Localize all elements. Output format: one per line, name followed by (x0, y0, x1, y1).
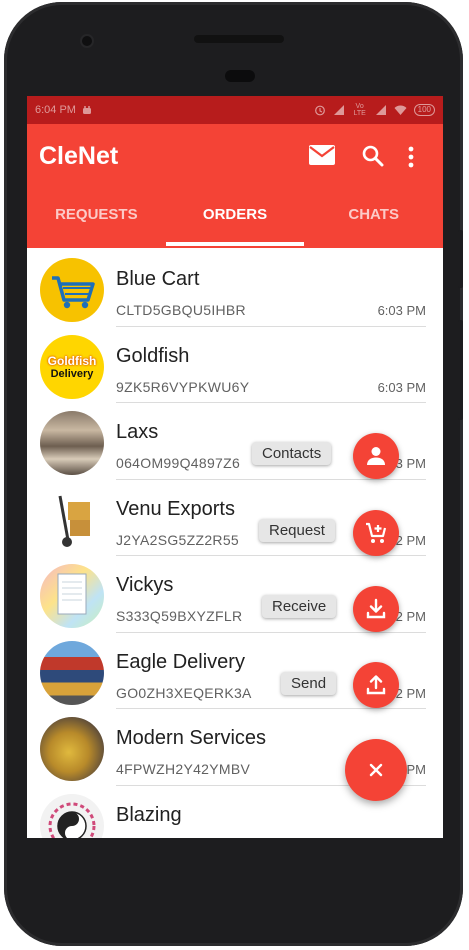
notepad-icon (57, 573, 87, 615)
front-camera (82, 36, 92, 46)
order-code: GO0ZH3XEQERK3A (116, 684, 252, 701)
receive-label[interactable]: Receive (262, 595, 337, 618)
goldfish-logo: Goldfish Delivery (40, 334, 104, 399)
app-title: CleNet (39, 142, 119, 170)
logo-text: Goldfish (47, 353, 97, 368)
order-name: Blue Cart (116, 268, 200, 290)
wifi-icon (394, 105, 407, 115)
avatar (40, 411, 104, 475)
order-time: 6:03 PM (377, 379, 426, 395)
order-time: 6:03 PM (377, 303, 426, 318)
avatar (40, 793, 104, 838)
hand-truck-icon (58, 495, 90, 547)
person-icon (367, 447, 385, 465)
contacts-fab[interactable] (353, 433, 399, 479)
order-code: 9ZK5R6VYPKWU6Y (116, 378, 250, 395)
cart-add-icon (366, 522, 387, 543)
order-code: 064OM99Q4897Z6 (116, 455, 241, 471)
more-vert-icon[interactable] (407, 146, 415, 168)
avatar (40, 717, 104, 781)
send-fab[interactable] (353, 662, 399, 708)
yin-yang-icon (48, 802, 96, 838)
tab-chats[interactable]: CHATS (304, 192, 443, 248)
order-name: Vickys (116, 574, 174, 596)
order-name: Eagle Delivery (116, 650, 245, 673)
status-bar: 6:04 PM Vo LTE 100 (27, 96, 443, 124)
avatar (40, 258, 104, 322)
logo-text: Delivery (50, 367, 94, 380)
tab-requests[interactable]: REQUESTS (27, 192, 166, 248)
order-code: J2YA2SG5ZZ2R55 (116, 531, 239, 548)
order-name: Laxs (116, 421, 159, 443)
order-name: Blazing (116, 803, 182, 826)
contacts-label[interactable]: Contacts (252, 442, 332, 465)
list-item[interactable]: Goldfish Delivery Goldfish 9ZK5R6VYPKWU6… (27, 325, 443, 403)
power-button (458, 230, 463, 288)
signal-icon (375, 105, 386, 115)
alarm-icon (314, 105, 325, 116)
download-icon (366, 598, 386, 619)
list-item[interactable]: Blue Cart CLTD5GBQU5IHBR 6:03 PM (27, 248, 443, 327)
close-fab[interactable] (345, 739, 407, 801)
mail-icon[interactable] (308, 144, 336, 166)
volume-button (458, 320, 463, 420)
app-screen: 6:04 PM Vo LTE 100 CleNet REQUESTS ORDER… (27, 96, 443, 838)
android-icon (82, 106, 91, 114)
tab-bar: REQUESTS ORDERS CHATS (27, 192, 443, 248)
upload-icon (366, 675, 386, 695)
request-label[interactable]: Request (259, 519, 335, 542)
avatar (40, 487, 104, 552)
avatar (40, 564, 104, 628)
send-label[interactable]: Send (281, 672, 337, 695)
order-name: Modern Services (116, 727, 267, 749)
earpiece (225, 70, 255, 82)
order-code: 4FPWZH2Y42YMBV (116, 761, 251, 777)
app-bar: CleNet REQUESTS ORDERS CHATS (27, 124, 443, 248)
tab-orders[interactable]: ORDERS (165, 192, 305, 248)
order-code: CLTD5GBQU5IHBR (116, 302, 246, 318)
avatar (40, 640, 104, 705)
speaker-grille (194, 35, 284, 43)
order-name: Goldfish (116, 344, 190, 367)
search-icon[interactable] (361, 144, 385, 168)
status-time: 6:04 PM (35, 104, 76, 116)
volte-label: Vo LTE (353, 103, 366, 117)
order-code: S333Q59BXYZFLR (116, 608, 243, 624)
battery-indicator: 100 (413, 104, 435, 116)
order-name: Venu Exports (116, 497, 235, 520)
request-fab[interactable] (353, 510, 399, 556)
close-icon (369, 763, 383, 777)
receive-fab[interactable] (353, 586, 399, 632)
signal-icon (333, 105, 344, 115)
shopping-cart-icon (52, 276, 95, 309)
